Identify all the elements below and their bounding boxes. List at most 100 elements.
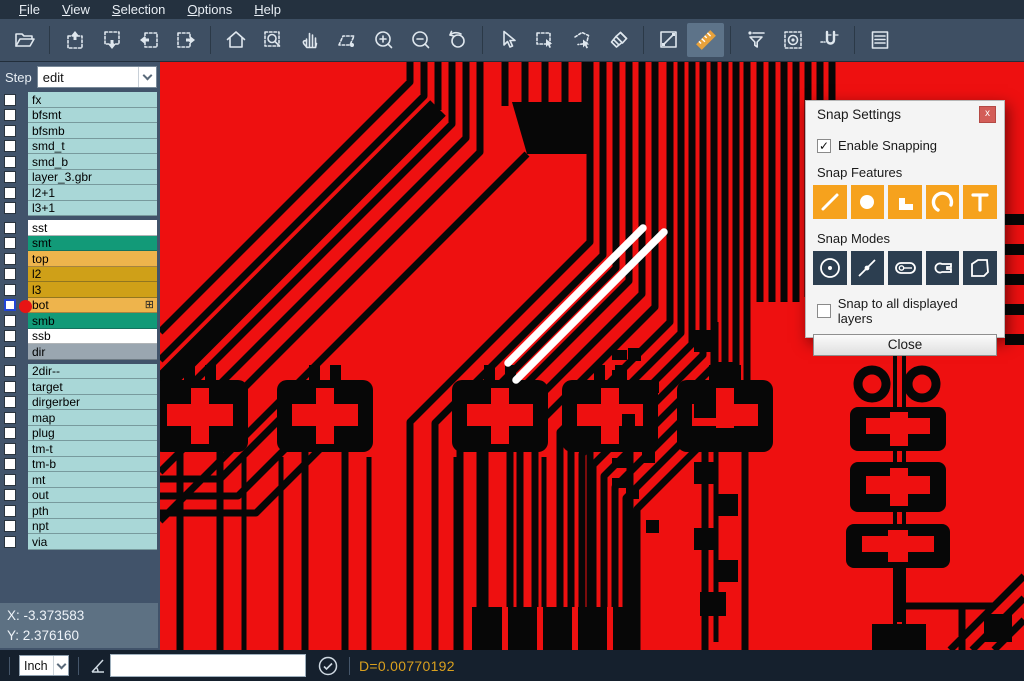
select-window-button[interactable]: [526, 23, 563, 57]
home-view-button[interactable]: [217, 23, 254, 57]
snap-surface-button[interactable]: [888, 185, 922, 219]
layer-checkbox[interactable]: [4, 443, 16, 455]
layer-checkbox[interactable]: [4, 187, 16, 199]
enable-snapping-checkbox[interactable]: ✓ Enable Snapping: [806, 138, 1004, 153]
layer-name[interactable]: sst: [28, 220, 157, 236]
layer-name[interactable]: smd_b: [28, 154, 157, 170]
layer-row-l2[interactable]: l2: [0, 267, 160, 283]
layer-checkbox[interactable]: [4, 474, 16, 486]
layer-checkbox[interactable]: [4, 505, 16, 517]
layer-name[interactable]: smb: [28, 313, 157, 329]
zoom-window-button[interactable]: [254, 23, 291, 57]
layer-checkbox[interactable]: [4, 330, 16, 342]
layer-name[interactable]: via: [28, 534, 157, 550]
unit-select[interactable]: Inch: [19, 655, 69, 676]
layer-checkbox[interactable]: [4, 412, 16, 424]
layer-checkbox[interactable]: [4, 94, 16, 106]
layer-row-out[interactable]: out: [0, 488, 160, 504]
layer-name[interactable]: smd_t: [28, 139, 157, 155]
layer-name[interactable]: fx: [28, 92, 157, 108]
layer-name[interactable]: pth: [28, 503, 157, 519]
layer-row-tm-t[interactable]: tm-t: [0, 441, 160, 457]
layer-checkbox[interactable]: [4, 520, 16, 532]
layer-row-l3+1[interactable]: l3+1: [0, 201, 160, 217]
layer-row-map[interactable]: map: [0, 410, 160, 426]
layer-row-plug[interactable]: plug: [0, 426, 160, 442]
layer-name[interactable]: dirgerber: [28, 395, 157, 411]
layer-checkbox[interactable]: [4, 489, 16, 501]
layer-row-smb[interactable]: smb: [0, 313, 160, 329]
clear-brush-button[interactable]: [600, 23, 637, 57]
open-button[interactable]: [6, 23, 43, 57]
layer-row-via[interactable]: via: [0, 534, 160, 550]
layer-name[interactable]: tm-t: [28, 441, 157, 457]
layer-row-mt[interactable]: mt: [0, 472, 160, 488]
menu-item-file[interactable]: File: [8, 0, 51, 19]
snap-pad-button[interactable]: [851, 185, 885, 219]
layer-name[interactable]: target: [28, 379, 157, 395]
pan-hand-button[interactable]: [291, 23, 328, 57]
pan-right-button[interactable]: [167, 23, 204, 57]
layer-row-target[interactable]: target: [0, 379, 160, 395]
layer-name[interactable]: npt: [28, 519, 157, 535]
menu-item-selection[interactable]: Selection: [101, 0, 176, 19]
menu-item-view[interactable]: View: [51, 0, 101, 19]
zoom-in-button[interactable]: [365, 23, 402, 57]
snap-pad-entry-button[interactable]: [888, 251, 922, 285]
layer-checkbox[interactable]: [4, 346, 16, 358]
layer-row-bfsmt[interactable]: bfsmt: [0, 108, 160, 124]
snap-settings-button[interactable]: [811, 23, 848, 57]
menu-item-help[interactable]: Help: [243, 0, 292, 19]
layer-checkbox[interactable]: [4, 222, 16, 234]
layer-checkbox[interactable]: [4, 427, 16, 439]
layer-name[interactable]: bot⊞: [28, 298, 157, 314]
layer-name[interactable]: layer_3.gbr: [28, 170, 157, 186]
layer-row-pth[interactable]: pth: [0, 503, 160, 519]
layer-row-l3[interactable]: l3: [0, 282, 160, 298]
layer-checkbox[interactable]: [4, 284, 16, 296]
layer-row-2dir--[interactable]: 2dir--: [0, 364, 160, 380]
layer-row-dir[interactable]: dir: [0, 344, 160, 360]
layer-checkbox[interactable]: [4, 253, 16, 265]
layer-name[interactable]: out: [28, 488, 157, 504]
select-polygon-button[interactable]: [563, 23, 600, 57]
layer-checkbox[interactable]: [4, 536, 16, 548]
layer-checkbox[interactable]: [4, 458, 16, 470]
step-select[interactable]: edit: [37, 66, 157, 88]
checkbox[interactable]: [817, 304, 831, 318]
zoom-out-button[interactable]: [402, 23, 439, 57]
close-button[interactable]: Close: [813, 334, 997, 356]
layer-name[interactable]: l2: [28, 267, 157, 283]
layer-row-tm-b[interactable]: tm-b: [0, 457, 160, 473]
layer-checkbox[interactable]: [4, 140, 16, 152]
layer-name[interactable]: bfsmt: [28, 108, 157, 124]
layer-row-ssb[interactable]: ssb: [0, 329, 160, 345]
select-button[interactable]: [489, 23, 526, 57]
layer-row-bot[interactable]: bot⊞: [0, 298, 160, 314]
layer-checkbox[interactable]: [4, 237, 16, 249]
layer-row-layer_3.gbr[interactable]: layer_3.gbr: [0, 170, 160, 186]
report-button[interactable]: [861, 23, 898, 57]
snap-keyhole-button[interactable]: [926, 251, 960, 285]
layer-checkbox[interactable]: [4, 396, 16, 408]
layer-checkbox[interactable]: [4, 171, 16, 183]
snap-center-button[interactable]: [813, 251, 847, 285]
pan-left-button[interactable]: [130, 23, 167, 57]
layer-name[interactable]: l3+1: [28, 201, 157, 217]
layer-checkbox[interactable]: [4, 299, 16, 311]
layer-name[interactable]: smt: [28, 236, 157, 252]
layer-name[interactable]: plug: [28, 426, 157, 442]
snap-corner-button[interactable]: [963, 251, 997, 285]
layer-checkbox[interactable]: [4, 381, 16, 393]
layer-checkbox[interactable]: [4, 315, 16, 327]
command-input[interactable]: [110, 654, 306, 677]
snap-line-button[interactable]: [813, 185, 847, 219]
layer-name[interactable]: mt: [28, 472, 157, 488]
layer-checkbox[interactable]: [4, 156, 16, 168]
view-box-button[interactable]: [774, 23, 811, 57]
layer-row-smd_t[interactable]: smd_t: [0, 139, 160, 155]
snap-all-layers-checkbox[interactable]: Snap to all displayed layers: [806, 296, 1004, 326]
layer-row-l2+1[interactable]: l2+1: [0, 185, 160, 201]
measure-points-button[interactable]: [650, 23, 687, 57]
layer-row-top[interactable]: top: [0, 251, 160, 267]
